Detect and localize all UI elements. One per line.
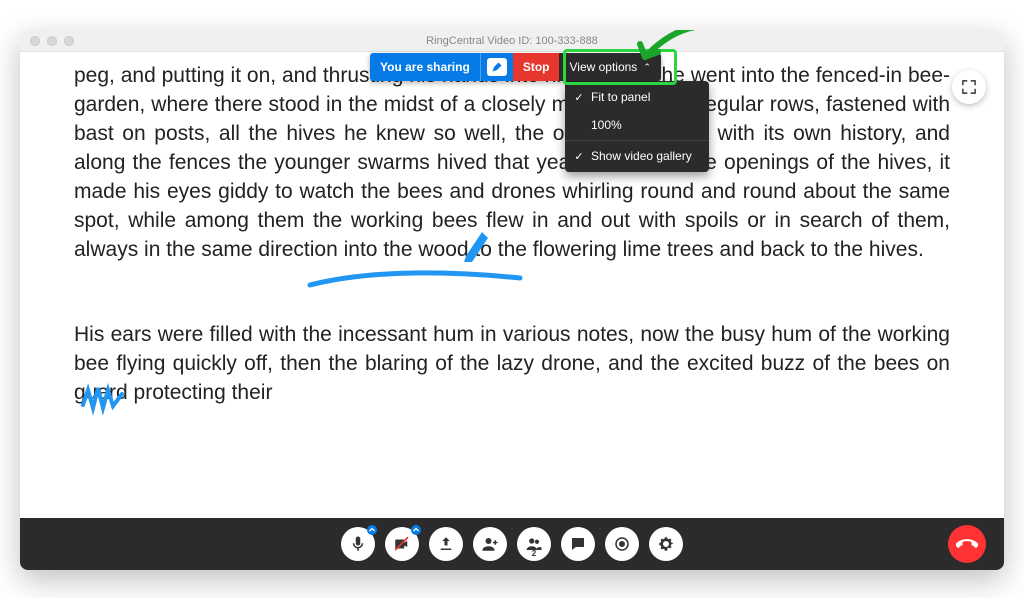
microphone-icon — [349, 535, 367, 553]
expand-icon — [962, 80, 976, 94]
close-traffic-light[interactable] — [30, 36, 40, 46]
dropdown-item-label: Fit to panel — [591, 90, 650, 104]
participants-count: 2 — [532, 549, 536, 558]
document-paragraph-1: peg, and putting it on, and thrusting hi… — [74, 62, 950, 265]
stop-sharing-button[interactable]: Stop — [513, 53, 560, 81]
record-button[interactable] — [605, 527, 639, 561]
chevron-up-icon: ⌃ — [643, 62, 651, 73]
settings-button[interactable] — [649, 527, 683, 561]
add-participant-icon — [481, 535, 499, 553]
share-icon — [437, 535, 455, 553]
meeting-toolbar: 2 — [20, 518, 1004, 570]
dropdown-item-label: Show video gallery — [591, 149, 692, 163]
participants-button[interactable]: 2 — [517, 527, 551, 561]
dropdown-item-fit-to-panel[interactable]: ✓ Fit to panel — [565, 83, 709, 111]
dropdown-separator — [565, 140, 709, 141]
dropdown-item-show-video-gallery[interactable]: ✓ Show video gallery — [565, 142, 709, 170]
traffic-lights — [30, 36, 74, 46]
view-options-button[interactable]: View options ⌃ — [559, 53, 660, 81]
view-options-label: View options — [569, 60, 637, 74]
chevron-up-badge-icon — [411, 525, 421, 535]
chat-icon — [569, 535, 587, 553]
record-icon — [613, 535, 631, 553]
share-screen-button[interactable] — [429, 527, 463, 561]
mute-button[interactable] — [341, 527, 375, 561]
leave-meeting-button[interactable] — [948, 525, 986, 563]
dropdown-item-100-percent[interactable]: 100% — [565, 111, 709, 139]
gear-icon — [657, 535, 675, 553]
document-paragraph-2: His ears were filled with the incessant … — [74, 321, 950, 408]
window-title: RingCentral Video ID: 100-333-888 — [426, 35, 598, 47]
dropdown-item-label: 100% — [591, 118, 622, 132]
chevron-up-badge-icon — [367, 525, 377, 535]
shared-document: peg, and putting it on, and thrusting hi… — [20, 52, 1004, 570]
hangup-icon — [956, 533, 978, 555]
checkmark-icon: ✓ — [573, 91, 585, 104]
view-options-dropdown: ✓ Fit to panel 100% ✓ Show video gallery — [565, 81, 709, 172]
sharing-toolbar: You are sharing Stop View options ⌃ — [370, 53, 661, 81]
chat-button[interactable] — [561, 527, 595, 561]
annotate-button[interactable] — [480, 53, 513, 81]
checkmark-icon: ✓ — [573, 150, 585, 163]
invite-button[interactable] — [473, 527, 507, 561]
window-titlebar: RingCentral Video ID: 100-333-888 — [20, 30, 1004, 52]
pencil-icon — [487, 58, 507, 76]
sharing-status-label: You are sharing — [370, 53, 480, 81]
video-off-icon — [393, 535, 411, 553]
minimize-traffic-light[interactable] — [47, 36, 57, 46]
app-window: RingCentral Video ID: 100-333-888 peg, a… — [20, 30, 1004, 570]
video-button[interactable] — [385, 527, 419, 561]
maximize-traffic-light[interactable] — [64, 36, 74, 46]
expand-fullscreen-button[interactable] — [952, 70, 986, 104]
